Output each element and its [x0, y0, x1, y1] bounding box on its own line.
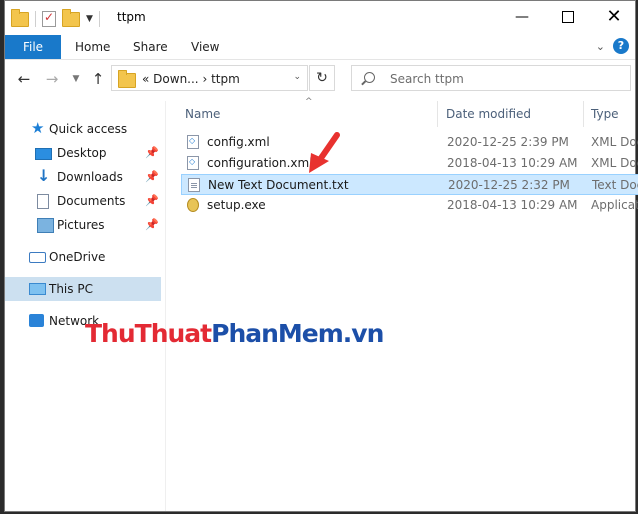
forward-button[interactable]: → — [41, 68, 63, 90]
watermark-part: ThuThuat — [85, 319, 212, 348]
watermark-logo: ThuThuatPhanMem.vn — [85, 319, 385, 348]
this-pc-icon — [29, 283, 46, 295]
exe-file-icon — [187, 198, 199, 212]
nav-this-pc[interactable]: This PC — [5, 277, 161, 301]
breadcrumb-separator[interactable]: › — [202, 72, 207, 86]
overflow-chevron[interactable]: « — [142, 72, 149, 86]
breadcrumb-downloads[interactable]: Down... — [153, 72, 198, 86]
nav-quick-access[interactable]: ★ Quick access — [5, 117, 161, 141]
xml-file-icon — [187, 156, 199, 170]
tab-share[interactable]: Share — [133, 35, 168, 59]
downloads-icon: ↓ — [37, 166, 51, 185]
xml-file-icon — [187, 135, 199, 149]
network-icon — [29, 314, 44, 327]
folder-icon — [118, 70, 136, 88]
pictures-icon — [37, 218, 54, 233]
recent-locations-icon[interactable]: ▼ — [65, 68, 87, 90]
file-row[interactable]: configuration.xml 2018-04-13 10:29 AM XM… — [181, 153, 638, 174]
customize-toolbar-dropdown-icon[interactable]: ▼ — [86, 14, 93, 24]
pin-icon[interactable]: 📌 — [145, 194, 159, 207]
navigation-bar: ← → ▼ ↑ « Down... › ttpm ⌄ ↻ Search ttpm — [5, 60, 635, 100]
refresh-button[interactable]: ↻ — [309, 65, 335, 91]
file-type: Text Docu — [592, 178, 638, 192]
file-date: 2018-04-13 10:29 AM — [447, 156, 578, 170]
close-button[interactable]: ✕ — [591, 1, 637, 33]
search-input[interactable]: Search ttpm — [390, 72, 464, 86]
pane-divider[interactable] — [165, 101, 166, 511]
star-icon: ★ — [31, 119, 45, 137]
sort-ascending-icon: ^ — [305, 97, 313, 107]
help-icon[interactable]: ? — [613, 38, 629, 54]
file-date: 2020-12-25 2:32 PM — [448, 178, 570, 192]
watermark-part: PhanMem — [211, 319, 344, 348]
nav-label: Downloads — [57, 170, 123, 184]
address-bar[interactable]: « Down... › ttpm ⌄ — [111, 65, 308, 91]
file-date: 2018-04-13 10:29 AM — [447, 198, 578, 212]
minimize-button[interactable]: — — [499, 1, 545, 33]
window-title: ttpm — [117, 10, 146, 24]
column-headers: ^ Name Date modified Type — [181, 97, 635, 127]
search-box[interactable]: Search ttpm — [351, 65, 631, 91]
navigation-pane: ★ Quick access Desktop 📌 ↓ Downloads 📌 D… — [5, 101, 165, 511]
title-bar: ▼ ttpm — ✕ — [5, 1, 635, 35]
text-file-icon — [188, 178, 200, 192]
file-name: configuration.xml — [207, 156, 313, 170]
desktop-icon — [35, 148, 52, 160]
properties-icon[interactable] — [42, 10, 56, 27]
maximize-icon — [562, 11, 574, 23]
divider — [98, 11, 100, 27]
tab-home[interactable]: Home — [75, 35, 110, 59]
ribbon-right-controls: ⌄ ? — [596, 38, 629, 54]
divider — [35, 11, 36, 27]
pin-icon[interactable]: 📌 — [145, 170, 159, 183]
up-button[interactable]: ↑ — [87, 68, 109, 90]
ribbon-tabs: File Home Share View ⌄ ? — [5, 35, 635, 60]
onedrive-icon — [29, 252, 46, 263]
file-row[interactable]: setup.exe 2018-04-13 10:29 AM Applicatio — [181, 195, 638, 216]
nav-label: This PC — [49, 282, 93, 296]
new-folder-icon[interactable] — [62, 8, 80, 27]
address-path[interactable]: « Down... › ttpm — [142, 72, 240, 86]
column-type[interactable]: Type — [591, 107, 619, 121]
pin-icon[interactable]: 📌 — [145, 146, 159, 159]
folder-icon — [11, 8, 29, 27]
file-row[interactable]: config.xml 2020-12-25 2:39 PM XML Docu — [181, 132, 638, 153]
address-dropdown-icon[interactable]: ⌄ — [293, 72, 301, 82]
quick-access-toolbar: ▼ — [11, 8, 100, 29]
file-type: Applicatio — [591, 198, 638, 212]
column-date-modified[interactable]: Date modified — [446, 107, 531, 121]
search-icon — [364, 72, 375, 83]
nav-item-downloads[interactable]: ↓ Downloads 📌 — [5, 165, 161, 189]
column-name[interactable]: Name — [185, 107, 220, 121]
file-type: XML Docu — [591, 156, 638, 170]
expand-ribbon-icon[interactable]: ⌄ — [596, 40, 605, 53]
watermark-part: .vn — [342, 319, 385, 348]
nav-item-desktop[interactable]: Desktop 📌 — [5, 141, 161, 165]
file-name: setup.exe — [207, 198, 266, 212]
nav-item-pictures[interactable]: Pictures 📌 — [5, 213, 161, 237]
breadcrumb-ttpm[interactable]: ttpm — [211, 72, 240, 86]
file-name: New Text Document.txt — [208, 178, 349, 192]
nav-onedrive[interactable]: OneDrive — [5, 245, 161, 269]
maximize-button[interactable] — [545, 1, 591, 33]
documents-icon — [37, 194, 49, 209]
file-row-selected[interactable]: New Text Document.txt 2020-12-25 2:32 PM… — [181, 174, 638, 195]
tab-view[interactable]: View — [191, 35, 219, 59]
pin-icon[interactable]: 📌 — [145, 218, 159, 231]
nav-label: Pictures — [57, 218, 105, 232]
file-explorer-window: ▼ ttpm — ✕ File Home Share View ⌄ ? ← → … — [4, 0, 638, 512]
file-name: config.xml — [207, 135, 270, 149]
file-date: 2020-12-25 2:39 PM — [447, 135, 569, 149]
back-button[interactable]: ← — [13, 68, 35, 90]
nav-label: Documents — [57, 194, 126, 208]
nav-item-documents[interactable]: Documents 📌 — [5, 189, 161, 213]
nav-label: Quick access — [49, 122, 128, 136]
annotation-arrow-icon — [309, 132, 340, 173]
column-resize-handle[interactable] — [437, 101, 438, 127]
tab-file[interactable]: File — [5, 35, 61, 59]
nav-label: Desktop — [57, 146, 107, 160]
column-resize-handle[interactable] — [583, 101, 584, 127]
file-type: XML Docu — [591, 135, 638, 149]
nav-label: OneDrive — [49, 250, 106, 264]
